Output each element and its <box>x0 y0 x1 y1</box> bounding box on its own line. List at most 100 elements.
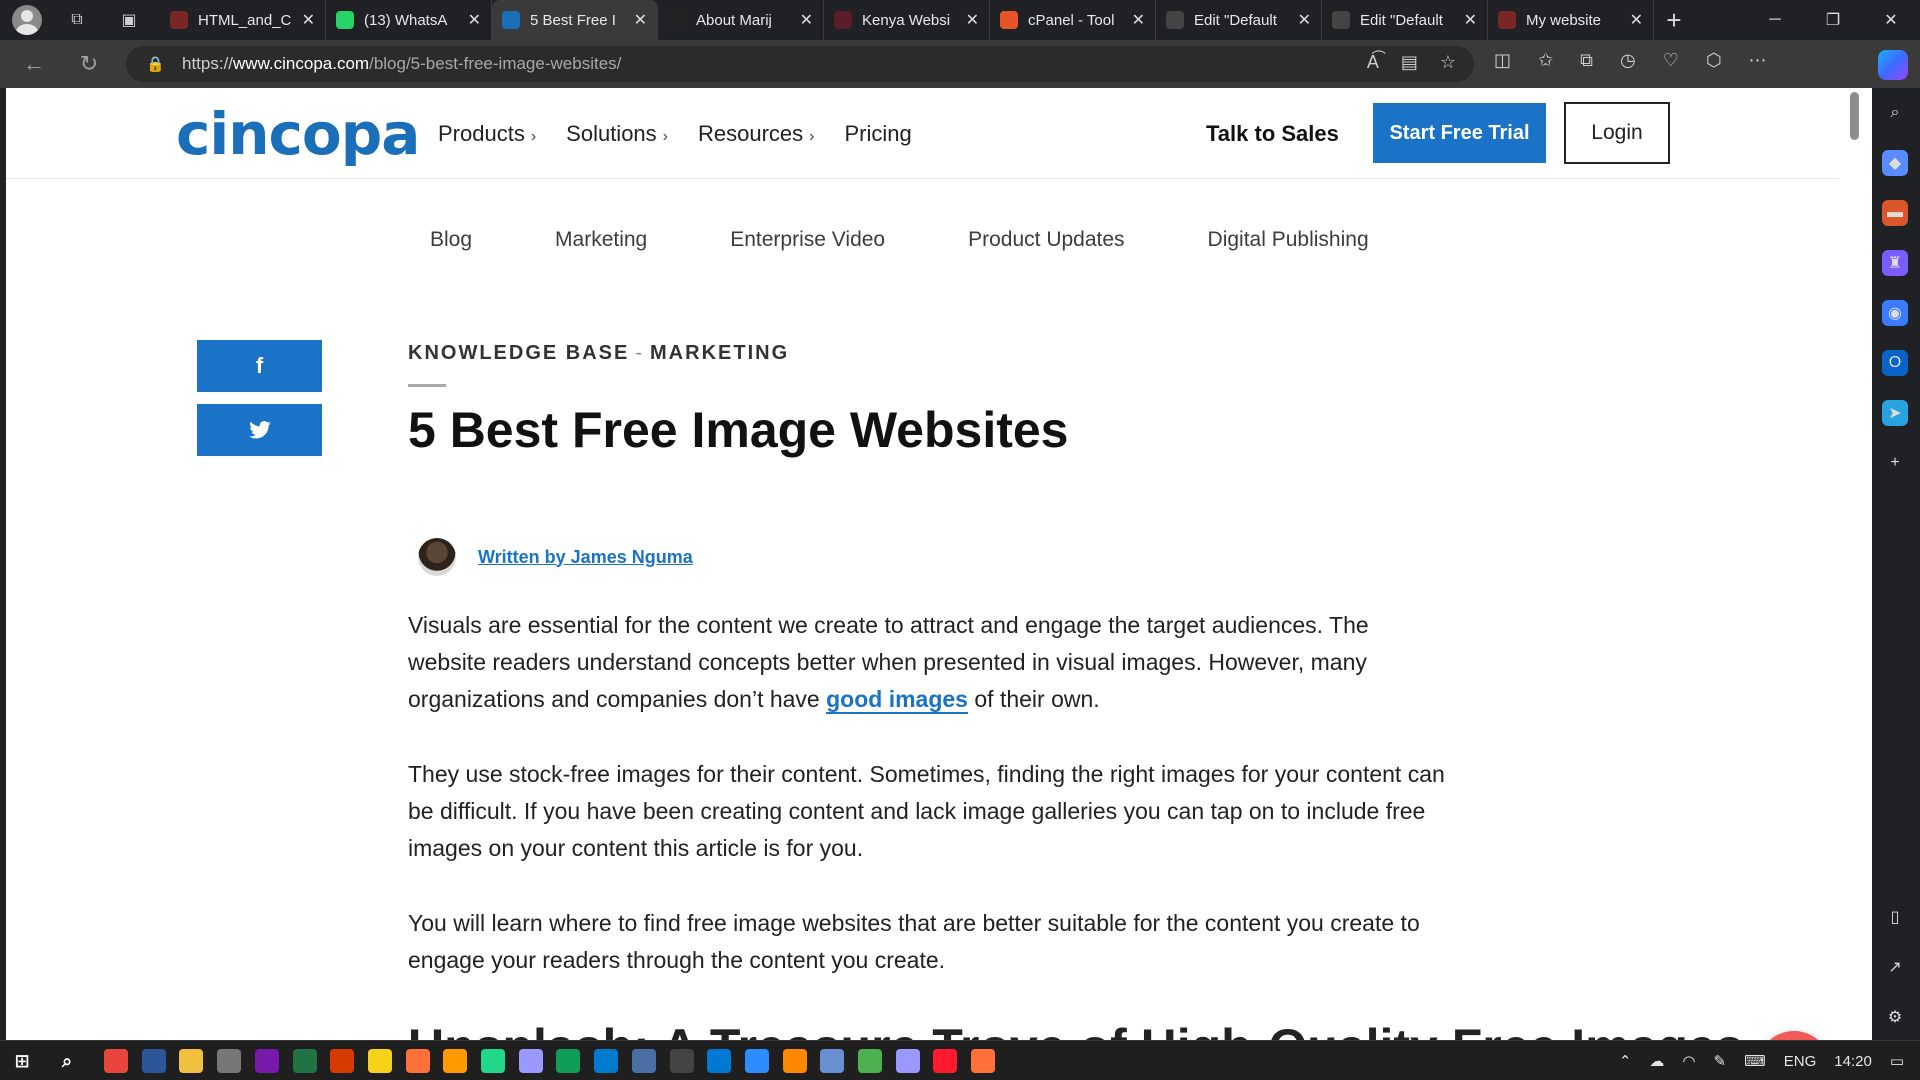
taskbar-vlc-icon[interactable] <box>782 1049 807 1073</box>
collections-icon[interactable]: ⧉ <box>1580 50 1593 71</box>
browser-tab[interactable]: Edit "Default ✕ <box>1156 0 1322 40</box>
sidebar-shopping-icon[interactable]: ◆ <box>1882 150 1908 176</box>
taskbar-premiere-icon[interactable] <box>518 1049 543 1073</box>
browser-tab[interactable]: Edit "Default ✕ <box>1322 0 1488 40</box>
taskbar-firefox-icon[interactable] <box>405 1049 430 1073</box>
sidebar-games-icon[interactable]: ♜ <box>1882 250 1908 276</box>
browser-essentials-icon[interactable]: ⬡ <box>1706 50 1722 71</box>
taskbar-network-icon[interactable] <box>820 1049 845 1073</box>
lock-icon[interactable]: 🔒 <box>146 55 166 73</box>
browser-tab[interactable]: My website ✕ <box>1488 0 1654 40</box>
keyboard-icon[interactable]: ⌨ <box>1744 1052 1766 1070</box>
browser-tab[interactable]: About Marij ✕ <box>658 0 824 40</box>
url-field[interactable]: 🔒 https://www.cincopa.com/blog/5-best-fr… <box>126 46 1474 82</box>
taskbar-illustrator-icon[interactable] <box>443 1049 468 1073</box>
taskbar-opera-icon[interactable] <box>933 1049 958 1073</box>
tab-close-icon[interactable]: ✕ <box>302 10 315 30</box>
onedrive-icon[interactable]: ☁ <box>1649 1052 1664 1070</box>
tab-actions-icon[interactable]: ▣ <box>114 5 144 35</box>
taskbar-after-effects-icon[interactable] <box>895 1049 920 1073</box>
more-menu-icon[interactable]: ⋯ <box>1749 50 1767 71</box>
windows-start-icon[interactable]: ⊞ <box>10 1049 34 1073</box>
crumb-knowledge-base[interactable]: KNOWLEDGE BASE <box>408 342 629 364</box>
taskbar-usb-icon[interactable] <box>217 1049 242 1073</box>
taskbar-zoom-icon[interactable] <box>744 1049 769 1073</box>
category-product-updates[interactable]: Product Updates <box>968 228 1124 252</box>
tab-close-icon[interactable]: ✕ <box>1298 10 1311 30</box>
sidebar-hide-icon[interactable]: ▯ <box>1882 904 1908 930</box>
taskbar-word-icon[interactable] <box>141 1049 166 1073</box>
taskbar-search-icon[interactable]: ⌕ <box>55 1049 79 1073</box>
browser-tab[interactable]: HTML_and_C ✕ <box>160 0 326 40</box>
login-button[interactable]: Login <box>1564 102 1670 164</box>
author-link[interactable]: Written by James Nguma <box>478 547 693 568</box>
sidebar-drop-icon[interactable]: ➤ <box>1882 400 1908 426</box>
clock[interactable]: 14:20 <box>1834 1053 1872 1070</box>
pen-icon[interactable]: ✎ <box>1714 1052 1727 1070</box>
favorites-icon[interactable]: ✩ <box>1538 50 1553 71</box>
crumb-marketing[interactable]: MARKETING <box>650 342 789 364</box>
sidebar-external-icon[interactable]: ↗ <box>1882 954 1908 980</box>
sidebar-search-icon[interactable]: ⌕ <box>1882 100 1908 126</box>
nav-item-products[interactable]: Products › <box>438 121 536 147</box>
read-aloud-icon[interactable]: A͡ <box>1367 52 1379 73</box>
refresh-icon[interactable]: ↻ <box>75 50 103 78</box>
nav-item-pricing[interactable]: Pricing <box>844 121 911 147</box>
good-images-link[interactable]: good images <box>826 686 968 714</box>
twitter-share-button[interactable] <box>197 404 322 456</box>
taskbar-chrome-icon[interactable] <box>104 1049 128 1073</box>
facebook-share-button[interactable]: f <box>197 340 322 392</box>
workspaces-icon[interactable]: ⧉ <box>62 5 92 35</box>
taskbar-store-icon[interactable] <box>707 1049 732 1073</box>
nav-item-resources[interactable]: Resources › <box>698 121 814 147</box>
close-window-icon[interactable]: ✕ <box>1862 0 1920 40</box>
restore-icon[interactable]: ❐ <box>1804 0 1862 40</box>
tab-close-icon[interactable]: ✕ <box>1630 10 1643 30</box>
tab-close-icon[interactable]: ✕ <box>634 10 647 30</box>
page-scrollbar[interactable] <box>1839 88 1872 1040</box>
history-icon[interactable]: ◷ <box>1620 50 1636 71</box>
taskbar-office-icon[interactable] <box>330 1049 355 1073</box>
browser-tab[interactable]: Kenya Websi ✕ <box>824 0 990 40</box>
immersive-reader-icon[interactable]: ▤ <box>1401 52 1418 73</box>
nav-item-solutions[interactable]: Solutions › <box>566 121 668 147</box>
cincopa-logo[interactable]: cincopa <box>176 100 420 168</box>
taskbar-app-blue-icon[interactable] <box>631 1049 656 1073</box>
start-free-trial-button[interactable]: Start Free Trial <box>1373 103 1546 163</box>
category-marketing[interactable]: Marketing <box>555 228 647 252</box>
split-screen-icon[interactable]: ◫ <box>1494 50 1511 71</box>
tab-close-icon[interactable]: ✕ <box>1132 10 1145 30</box>
taskbar-excel-icon[interactable] <box>292 1049 317 1073</box>
sidebar-m365-icon[interactable]: ◉ <box>1882 300 1908 326</box>
back-icon[interactable]: ← <box>20 50 48 78</box>
talk-to-sales-link[interactable]: Talk to Sales <box>1206 121 1339 147</box>
sidebar-settings-icon[interactable]: ⚙ <box>1882 1004 1908 1030</box>
taskbar-sticky-notes-icon[interactable] <box>367 1049 392 1073</box>
sidebar-outlook-icon[interactable]: O <box>1882 350 1908 376</box>
taskbar-obs-icon[interactable] <box>669 1049 694 1073</box>
profile-avatar-icon[interactable] <box>12 5 42 35</box>
minimize-icon[interactable]: ─ <box>1746 0 1804 40</box>
copilot-icon[interactable] <box>1878 50 1908 80</box>
taskbar-pycharm-icon[interactable] <box>481 1049 505 1073</box>
taskbar-vscode-icon[interactable] <box>594 1049 619 1073</box>
taskbar-firefox-2-icon[interactable] <box>971 1049 996 1073</box>
performance-icon[interactable]: ♡ <box>1663 50 1679 71</box>
sidebar-tools-icon[interactable]: ▬ <box>1882 200 1908 226</box>
taskbar-file-explorer-icon[interactable] <box>179 1049 204 1073</box>
category-enterprise-video[interactable]: Enterprise Video <box>730 228 885 252</box>
tab-close-icon[interactable]: ✕ <box>468 10 481 30</box>
wifi-icon[interactable]: ◠ <box>1682 1052 1695 1070</box>
chat-widget-button[interactable] <box>1757 1031 1831 1040</box>
notifications-icon[interactable]: ▭ <box>1890 1052 1904 1070</box>
browser-tab[interactable]: cPanel - Tool ✕ <box>990 0 1156 40</box>
taskbar-colors-icon[interactable] <box>858 1049 882 1073</box>
sidebar-add-icon[interactable]: + <box>1882 450 1908 476</box>
taskbar-onenote-icon[interactable] <box>254 1049 279 1073</box>
category-blog[interactable]: Blog <box>430 228 472 252</box>
favorite-star-icon[interactable]: ☆ <box>1440 52 1456 73</box>
taskbar-edge-icon[interactable] <box>556 1049 581 1073</box>
tab-close-icon[interactable]: ✕ <box>966 10 979 30</box>
browser-tab[interactable]: 5 Best Free I ✕ <box>492 0 658 40</box>
tab-close-icon[interactable]: ✕ <box>1464 10 1477 30</box>
